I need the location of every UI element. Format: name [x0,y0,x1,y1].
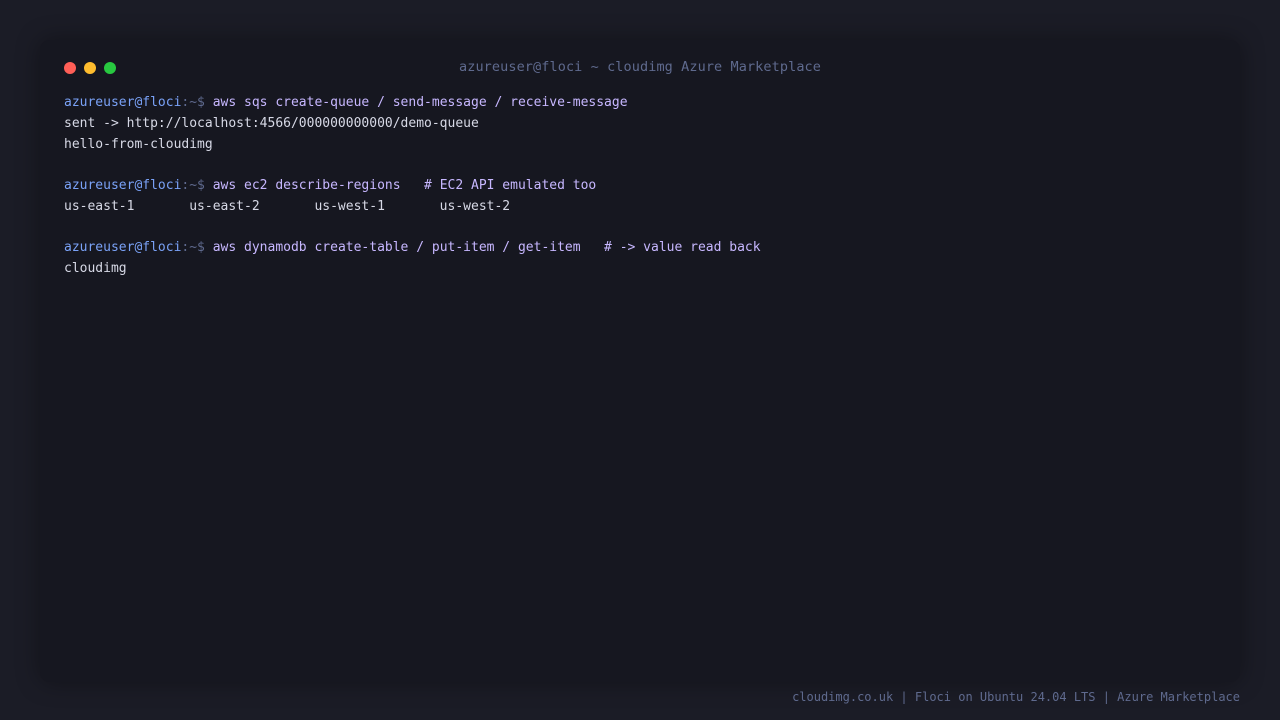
command-text: aws dynamodb create-table / put-item / g… [212,240,761,255]
output-line: us-east-1 us-east-2 us-west-1 us-west-2 [64,199,511,214]
terminal-output[interactable]: azureuser@floci:~$ aws sqs create-queue … [64,92,1216,279]
command-line: azureuser@floci:~$ aws dynamodb create-t… [64,237,1216,258]
window-title: azureuser@floci ~ cloudimg Azure Marketp… [458,59,822,75]
output-line: hello-from-cloudimg [64,137,213,152]
command-text: aws ec2 describe-regions # EC2 API emula… [212,178,597,193]
command-line: azureuser@floci:~$ aws ec2 describe-regi… [64,175,1216,196]
output-line: cloudimg [64,261,127,276]
prompt-suffix: :~$ [181,95,213,110]
prompt-user: azureuser@floci [64,240,182,255]
command-line: azureuser@floci:~$ aws sqs create-queue … [64,92,1216,113]
prompt-suffix: :~$ [181,240,213,255]
output-line: sent -> http://localhost:4566/0000000000… [64,116,479,131]
prompt-user: azureuser@floci [64,178,182,193]
command-text: aws sqs create-queue / send-message / re… [212,95,628,110]
footer-caption: cloudimg.co.uk | Floci on Ubuntu 24.04 L… [792,690,1240,704]
prompt-user: azureuser@floci [64,95,182,110]
terminal-window: azureuser@floci ~ cloudimg Azure Marketp… [40,40,1240,682]
prompt-suffix: :~$ [181,178,213,193]
